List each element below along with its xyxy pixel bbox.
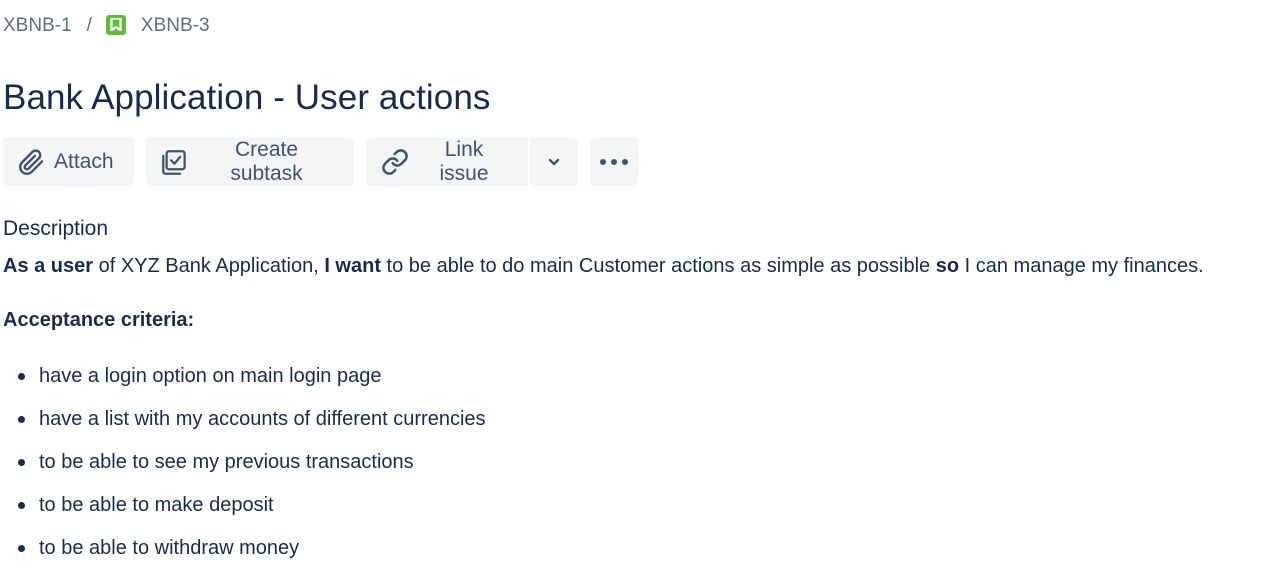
link-issue-split-button: Link issue xyxy=(366,138,578,186)
breadcrumb: XBNB-1 / XBNB-3 xyxy=(3,12,210,40)
story-text-2: to be able to do main Customer actions a… xyxy=(380,255,936,277)
list-item-text: to be able to see my previous transactio… xyxy=(39,451,414,473)
create-subtask-button[interactable]: Create subtask xyxy=(146,138,354,186)
description-heading: Description xyxy=(3,217,109,240)
story-want-bold: I want xyxy=(324,255,381,277)
more-actions-button[interactable] xyxy=(590,138,638,186)
issue-toolbar: Attach Create subtask Link issue xyxy=(3,138,638,186)
list-item: to be able to make deposit xyxy=(0,484,486,527)
breadcrumb-current-link[interactable]: XBNB-3 xyxy=(141,15,210,37)
link-issue-label: Link issue xyxy=(439,138,489,185)
bullet-icon xyxy=(18,502,25,509)
list-item-text: have a list with my accounts of differen… xyxy=(39,408,486,430)
link-icon xyxy=(382,149,408,175)
story-text-3: I can manage my finances. xyxy=(959,255,1204,277)
issue-page: XBNB-1 / XBNB-3 Bank Application - User … xyxy=(0,0,1264,582)
list-item-text: to be able to withdraw money xyxy=(39,537,300,559)
subtask-icon xyxy=(162,149,186,175)
chevron-down-icon xyxy=(548,158,560,166)
breadcrumb-separator: / xyxy=(86,15,92,36)
breadcrumb-parent-link[interactable]: XBNB-1 xyxy=(3,15,72,37)
list-item: to be able to withdraw money xyxy=(0,527,486,570)
list-item-text: have a login option on main login page xyxy=(39,365,382,387)
story-role-bold: As a user xyxy=(3,255,94,277)
link-issue-button[interactable]: Link issue xyxy=(366,138,528,186)
bullet-icon xyxy=(18,373,25,380)
list-item: have a list with my accounts of differen… xyxy=(0,398,486,441)
story-text-1: of XYZ Bank Application, xyxy=(93,255,325,277)
link-issue-dropdown-button[interactable] xyxy=(530,138,578,186)
list-item: to be able to see my previous transactio… xyxy=(0,441,486,484)
list-item-text: to be able to make deposit xyxy=(39,494,274,516)
create-subtask-label: Create subtask xyxy=(230,138,303,185)
attach-label: Attach xyxy=(54,150,114,173)
more-dots-icon xyxy=(600,159,628,165)
paperclip-icon xyxy=(19,148,44,175)
issue-title[interactable]: Bank Application - User actions xyxy=(3,78,491,118)
acceptance-criteria-list: have a login option on main login page h… xyxy=(0,355,486,570)
attach-button[interactable]: Attach xyxy=(3,138,134,186)
user-story-text[interactable]: As a user of XYZ Bank Application, I wan… xyxy=(3,255,1204,278)
bullet-icon xyxy=(18,416,25,423)
story-bookmark-icon xyxy=(105,14,126,35)
story-so-bold: so xyxy=(935,255,960,277)
acceptance-criteria-heading: Acceptance criteria: xyxy=(3,309,195,331)
list-item: have a login option on main login page xyxy=(0,355,486,398)
bullet-icon xyxy=(18,459,25,466)
bullet-icon xyxy=(18,545,25,552)
